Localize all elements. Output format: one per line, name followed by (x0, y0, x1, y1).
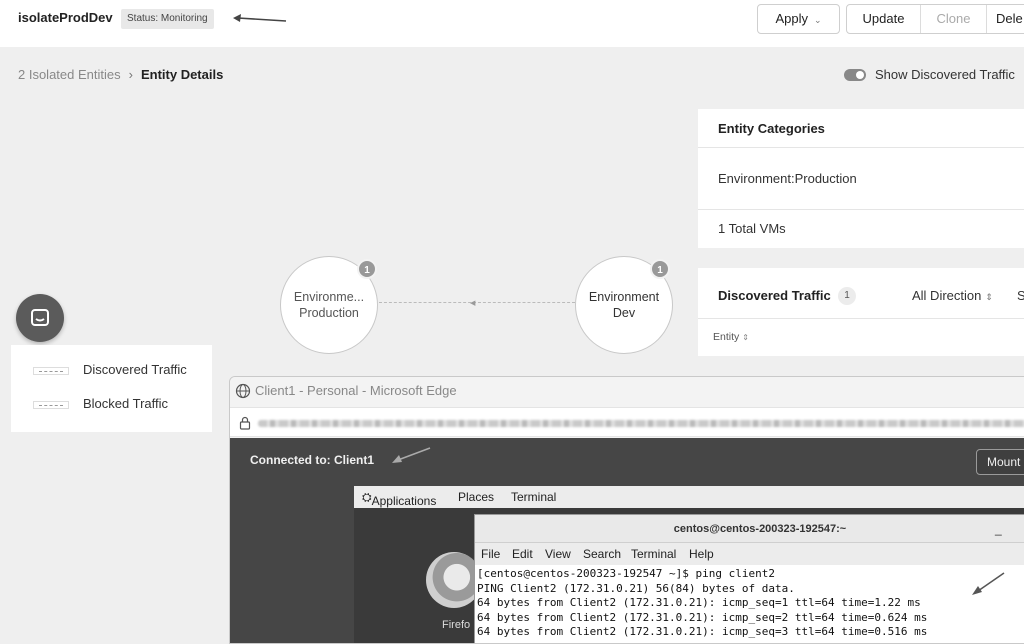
breadcrumb-parent[interactable]: 2 Isolated Entities (18, 67, 121, 82)
show-traffic-label: Show Discovered Traffic (875, 67, 1015, 82)
menu-view[interactable]: View (545, 547, 571, 561)
chat-button[interactable] (16, 294, 64, 342)
node-label-line1: Environme... (293, 290, 365, 304)
panel-title: Discovered Traffic (718, 288, 831, 303)
menu-search[interactable]: Search (583, 547, 621, 561)
minimize-button[interactable]: _ (995, 515, 1002, 543)
menu-file[interactable]: File (481, 547, 500, 561)
sort-icon: ⇕ (742, 333, 749, 342)
globe-icon (235, 383, 251, 399)
terminal-line: 64 bytes from Client2 (172.31.0.21): icm… (477, 596, 921, 609)
clone-button[interactable]: Clone (921, 5, 987, 33)
terminal-menubar: File Edit View Search Terminal Help (475, 543, 1024, 565)
node-count-badge: 1 (650, 259, 670, 279)
lock-icon (239, 416, 251, 430)
panel-title: Entity Categories (698, 109, 1024, 148)
terminal-line: 64 bytes from Client2 (172.31.0.21): icm… (477, 610, 928, 624)
blurred-url (258, 420, 1024, 427)
node-count-badge: 1 (357, 259, 377, 279)
legend-discovered: Discovered Traffic (33, 362, 187, 377)
remote-desktop: ⛭ Applications Places Terminal Firefo ce… (354, 486, 1024, 643)
direction-label: All Direction (912, 288, 982, 303)
firefox-label[interactable]: Firefo (442, 619, 470, 631)
menu-edit[interactable]: Edit (512, 547, 533, 561)
terminal-line: 64 bytes from Client2 (172.31.0.21): icm… (477, 625, 928, 638)
action-button-group: Update Clone Dele (846, 4, 1024, 34)
apply-label: Apply (775, 11, 808, 26)
menu-terminal[interactable]: Terminal (631, 547, 676, 561)
terminal-window: centos@centos-200323-192547:~ _ File Edi… (474, 514, 1024, 643)
applications-label: Applications (371, 494, 437, 508)
remote-session: Connected to: Client1 Mount ⛭ Applicatio… (230, 438, 1024, 643)
show-traffic-toggle[interactable] (844, 69, 866, 81)
legend-blocked: Blocked Traffic (33, 396, 168, 411)
annotation-arrow-icon (392, 447, 431, 463)
browser-title: Client1 - Personal - Microsoft Edge (255, 383, 457, 398)
node-label-line2: Production (299, 306, 359, 320)
delete-button[interactable]: Dele (987, 5, 1024, 33)
entity-categories-panel: Entity Categories Environment:Production… (698, 109, 1024, 248)
desktop-top-bar: ⛭ Applications Places Terminal (354, 486, 1024, 508)
terminal-line: PING Client2 (172.31.0.21) 56(84) bytes … (477, 581, 795, 595)
truncated-filter[interactable]: S (1017, 288, 1024, 303)
apply-button[interactable]: Apply ⌄ (757, 4, 840, 34)
annotation-arrow-icon (233, 14, 287, 22)
header-bar: isolateProdDev Status: Monitoring Apply ⌄… (0, 0, 1024, 47)
traffic-edge (379, 302, 575, 303)
chevron-down-icon: ⌄ (813, 15, 822, 25)
divider (698, 318, 1024, 319)
browser-title-bar[interactable]: Client1 - Personal - Microsoft Edge (230, 377, 1024, 405)
sort-icon: ⇕ (985, 292, 993, 302)
breadcrumb-current: Entity Details (140, 67, 224, 82)
menu-help[interactable]: Help (689, 547, 714, 561)
applications-menu[interactable]: ⛭ Applications (362, 490, 436, 508)
discovered-traffic-panel: Discovered Traffic 1 All Direction ⇕ S En… (698, 268, 1024, 356)
breadcrumb-separator: › (128, 67, 133, 82)
terminal-output[interactable]: [centos@centos-200323-192547 ~]$ ping cl… (477, 567, 927, 640)
annotation-arrow-icon (972, 572, 1005, 595)
status-badge: Status: Monitoring (121, 9, 214, 29)
terminal-line: [centos@centos-200323-192547 ~]$ ping cl… (477, 567, 776, 580)
node-label-line1: Environment (588, 290, 660, 304)
browser-window: Client1 - Personal - Microsoft Edge Conn… (229, 376, 1024, 644)
update-button[interactable]: Update (847, 5, 921, 33)
mount-button[interactable]: Mount (976, 449, 1024, 475)
column-label: Entity (713, 331, 740, 343)
chat-icon (31, 309, 49, 326)
policy-name: isolateProdDev (18, 10, 113, 25)
graph-legend: Discovered Traffic Blocked Traffic (11, 345, 212, 432)
traffic-count-badge: 1 (838, 287, 856, 305)
terminal-menu[interactable]: Terminal (511, 490, 556, 504)
legend-discovered-label: Discovered Traffic (83, 362, 187, 377)
vm-count[interactable]: 1 Total VMs (698, 210, 1024, 248)
connection-status: Connected to: Client1 (250, 453, 375, 467)
category-value: Environment:Production (698, 148, 1024, 210)
node-label-line2: Dev (612, 306, 636, 320)
direction-filter[interactable]: All Direction ⇕ (912, 288, 993, 303)
places-menu[interactable]: Places (458, 490, 494, 504)
address-bar[interactable] (230, 407, 1024, 437)
breadcrumb: 2 Isolated Entities › Entity Details (18, 67, 223, 82)
dashed-line-icon (33, 366, 69, 375)
dashed-line-icon (33, 400, 69, 409)
legend-blocked-label: Blocked Traffic (83, 396, 169, 411)
terminal-title[interactable]: centos@centos-200323-192547:~ (475, 515, 1024, 543)
column-header-entity[interactable]: Entity ⇕ (713, 331, 749, 343)
arrow-left-icon: ◀ (470, 300, 476, 307)
